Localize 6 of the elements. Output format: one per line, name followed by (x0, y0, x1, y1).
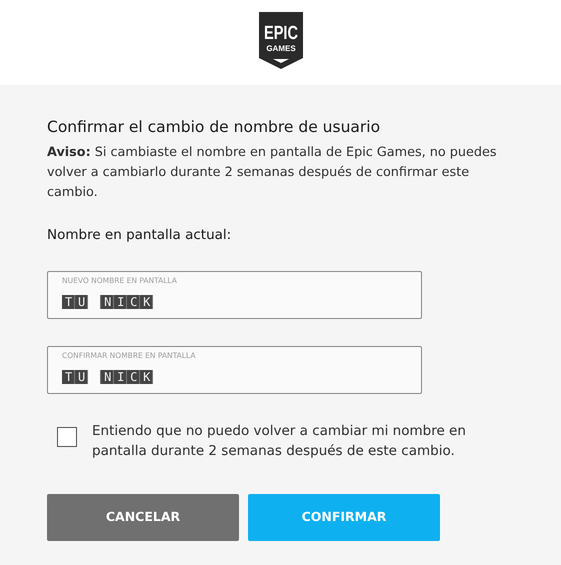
current-name-label: Nombre en pantalla actual: (47, 226, 232, 245)
cancel-button[interactable]: CANCELAR (47, 494, 239, 541)
checkbox[interactable] (57, 426, 77, 447)
agreement-text: Entiendo que no puedo volver a cambiar mi nombre en pantalla durante 2 semanas después de este cambio. (92, 422, 467, 461)
notice-text: Aviso: Si cambiaste el nombre en pantalla de Epic Games, no puedes volver a cambiarlo durante 2 semanas después de confirmar este cambio. (47, 144, 498, 202)
dialog-title: Confirmar el cambio de nombre de usuario (47, 118, 382, 137)
